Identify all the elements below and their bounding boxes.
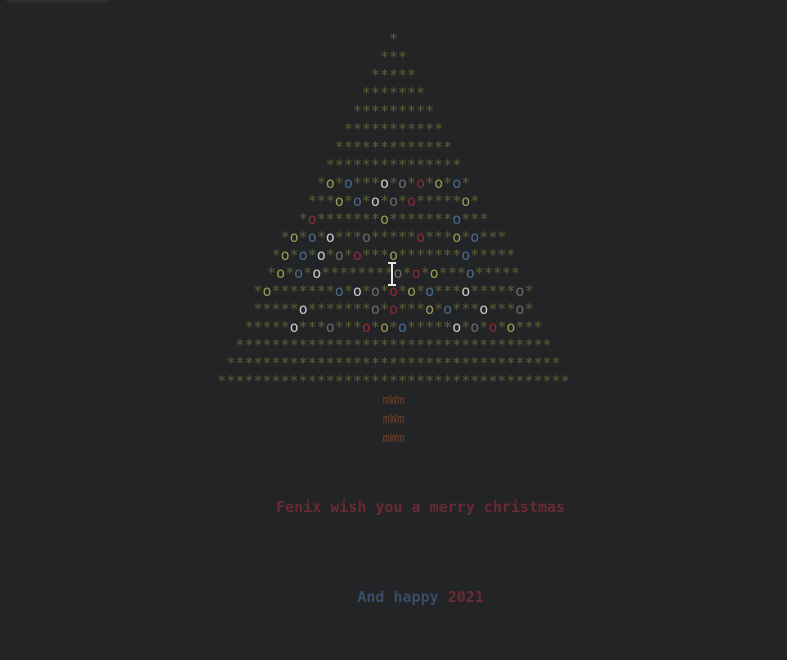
greeting-text: Fenix wish you a merry christmas: [276, 498, 566, 516]
greeting-line-2: And happy 2021: [0, 570, 787, 624]
tree-row: ***o*o*o*o*o*****o*: [307, 192, 480, 210]
tree-trunk: mWm: [382, 393, 405, 407]
greeting-message: Fenix wish you a merry christmas And hap…: [0, 444, 787, 660]
tree-row: *****: [370, 66, 417, 84]
tree-row: *: [388, 30, 399, 48]
greeting-text-happy: And happy: [357, 588, 448, 606]
tab-indicator: [6, 0, 110, 3]
tree-row: ***: [379, 48, 408, 66]
tree-row: *****o*******o*o***o*o***o***o*: [253, 300, 534, 318]
tree-row: ***********************************: [235, 336, 552, 354]
tree-row: *************: [334, 138, 453, 156]
tree-row: *******: [361, 84, 426, 102]
tree-row: ***************************************: [217, 372, 570, 390]
tree-row: *o*o*o********o*o*o***o*****: [267, 264, 520, 282]
tree-row: *************************************: [226, 354, 561, 372]
tree-row: ***************: [325, 156, 462, 174]
tree-row: *o*o***o*o*o*o*o*: [316, 174, 471, 192]
greeting-year: 2021: [447, 588, 484, 606]
tree-row: *o*******o*******o***: [298, 210, 489, 228]
christmas-tree: * *** ***** ******* ********* *********** ****…: [0, 30, 787, 447]
tree-row: *o*o*o***o*****o***o*o***: [280, 228, 507, 246]
tree-row: *****o***o***o*o*o*****o*o*o*o***: [244, 318, 543, 336]
text-cursor-icon: [388, 262, 396, 286]
terminal-window[interactable]: * *** ***** ******* ********* *********** ****…: [0, 0, 787, 606]
greeting-line-1: Fenix wish you a merry christmas: [0, 480, 787, 534]
tree-trunk: mWm: [382, 412, 405, 426]
tree-row: ***********: [343, 120, 444, 138]
tree-row: *********: [352, 102, 435, 120]
